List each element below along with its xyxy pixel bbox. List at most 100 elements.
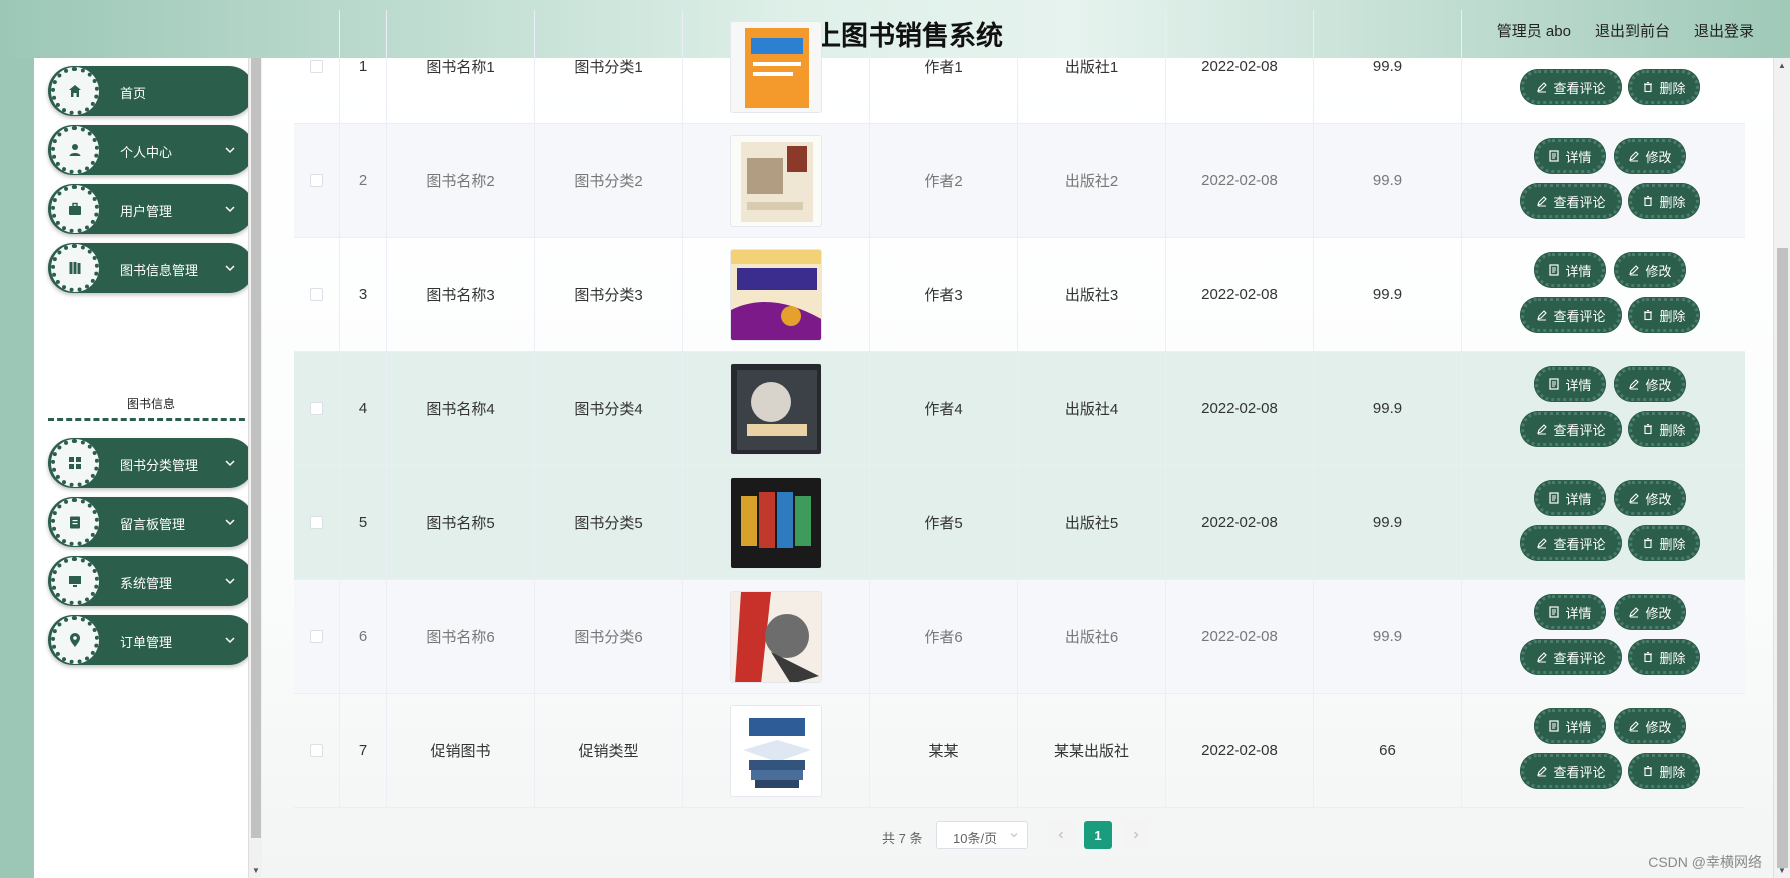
checkbox-cell [294,466,340,579]
sidebar-item-label: 订单管理 [120,635,173,650]
grid-icon [51,439,99,487]
edit-icon [1537,424,1548,435]
price-text: 99.9 [1372,400,1403,417]
delete-button[interactable]: 删除 [1629,412,1699,446]
edit-button-label: 修改 [1645,719,1672,735]
row-checkbox[interactable] [310,60,323,73]
price-cell: 99.9 [1314,466,1462,579]
sidebar-item-label: 留言板管理 [120,517,186,532]
sidebar-item-label: 图书分类管理 [120,458,199,473]
view-comments-button[interactable]: 查看评论 [1521,754,1621,788]
sidebar-item-orders[interactable]: 订单管理 [48,615,254,665]
date-text: 2022-02-08 [1201,628,1278,645]
date-cell: 2022-02-08 [1166,694,1314,807]
delete-button-label: 删除 [1659,650,1686,666]
delete-button[interactable]: 删除 [1629,526,1699,560]
book-cover-image[interactable] [730,134,822,227]
sidebar-subitem-book-info[interactable]: 图书信息 [48,383,254,421]
edit-icon [1537,310,1548,321]
row-checkbox[interactable] [310,402,323,415]
author-text: 作者6 [924,629,963,646]
view-comments-button-label: 查看评论 [1553,422,1606,438]
book-cover-image[interactable] [730,248,822,341]
view-comments-button[interactable]: 查看评论 [1521,640,1621,674]
view-comments-button-label: 查看评论 [1553,536,1606,552]
index-cell: 7 [340,694,387,807]
edit-button[interactable]: 修改 [1615,481,1685,515]
sidebar-scrollbar[interactable]: ▼ [248,58,262,878]
publisher-text: 出版社3 [1064,287,1119,304]
delete-button[interactable]: 删除 [1629,298,1699,332]
book-name-cell: 图书名称2 [387,124,535,237]
detail-button-label: 详情 [1565,263,1592,279]
view-comments-button[interactable]: 查看评论 [1521,412,1621,446]
date-cell: 2022-02-08 [1166,352,1314,465]
edit-button[interactable]: 修改 [1615,709,1685,743]
edit-button[interactable]: 修改 [1615,595,1685,629]
edit-icon [1629,493,1640,504]
edit-button[interactable]: 修改 [1615,367,1685,401]
view-comments-button-label: 查看评论 [1553,650,1606,666]
view-comments-button[interactable]: 查看评论 [1521,70,1621,104]
prev-page-button[interactable] [1047,821,1075,849]
document-icon [1549,720,1560,732]
detail-button[interactable]: 详情 [1535,139,1605,173]
row-checkbox[interactable] [310,174,323,187]
book-category-cell: 图书分类3 [535,238,683,351]
delete-button[interactable]: 删除 [1629,184,1699,218]
book-cover-image[interactable] [730,590,822,683]
row-actions: 详情 修改查看评论 删除 [1487,238,1745,351]
scrollbar-thumb[interactable] [1777,248,1788,868]
edit-button[interactable]: 修改 [1615,253,1685,287]
scroll-down-icon[interactable]: ▼ [1778,866,1786,875]
page-scrollbar[interactable]: ▲ ▼ [1773,58,1790,878]
row-checkbox[interactable] [310,744,323,757]
sidebar-item-book-category[interactable]: 图书分类管理 [48,438,254,488]
book-cover-image[interactable] [730,476,822,569]
detail-button-label: 详情 [1565,605,1592,621]
book-cover-image[interactable] [730,20,822,113]
sidebar-item-book-info[interactable]: 图书信息管理 [48,243,254,293]
document-icon [1549,150,1560,162]
sidebar-item-system[interactable]: 系统管理 [48,556,254,606]
detail-button[interactable]: 详情 [1535,481,1605,515]
index-cell: 2 [340,124,387,237]
page-size-select[interactable]: 10条/页 [936,821,1028,849]
detail-button[interactable]: 详情 [1535,367,1605,401]
scrollbar-thumb[interactable] [251,58,261,838]
row-checkbox[interactable] [310,288,323,301]
location-icon [51,616,99,664]
publisher-text: 某某出版社 [1053,743,1129,760]
scroll-up-icon[interactable]: ▲ [1778,61,1786,70]
edit-button[interactable]: 修改 [1615,139,1685,173]
pagination: 共 7 条 10条/页 1 [262,818,1773,858]
delete-button[interactable]: 删除 [1629,640,1699,674]
row-checkbox[interactable] [310,630,323,643]
sidebar-item-profile[interactable]: 个人中心 [48,125,254,175]
book-category-text: 促销类型 [578,743,639,760]
sidebar-item-home[interactable]: 首页 [48,66,254,116]
delete-button[interactable]: 删除 [1629,70,1699,104]
book-cover-image[interactable] [730,362,822,455]
detail-button-label: 详情 [1565,377,1592,393]
date-cell: 2022-02-08 [1166,124,1314,237]
detail-button[interactable]: 详情 [1535,595,1605,629]
view-comments-button[interactable]: 查看评论 [1521,184,1621,218]
row-checkbox[interactable] [310,516,323,529]
detail-button[interactable]: 详情 [1535,709,1605,743]
detail-button[interactable]: 详情 [1535,253,1605,287]
detail-button-label: 详情 [1565,149,1592,165]
scroll-down-icon[interactable]: ▼ [252,866,260,875]
page-button-current[interactable]: 1 [1084,821,1112,849]
sidebar-item-message-board[interactable]: 留言板管理 [48,497,254,547]
document-icon [1549,264,1560,276]
book-cover-image[interactable] [730,704,822,797]
delete-button[interactable]: 删除 [1629,754,1699,788]
view-comments-button[interactable]: 查看评论 [1521,526,1621,560]
book-category-cell: 图书分类5 [535,466,683,579]
detail-button-label: 详情 [1565,719,1592,735]
index-text: 1 [358,58,368,75]
next-page-button[interactable] [1122,821,1150,849]
sidebar-item-users[interactable]: 用户管理 [48,184,254,234]
view-comments-button[interactable]: 查看评论 [1521,298,1621,332]
